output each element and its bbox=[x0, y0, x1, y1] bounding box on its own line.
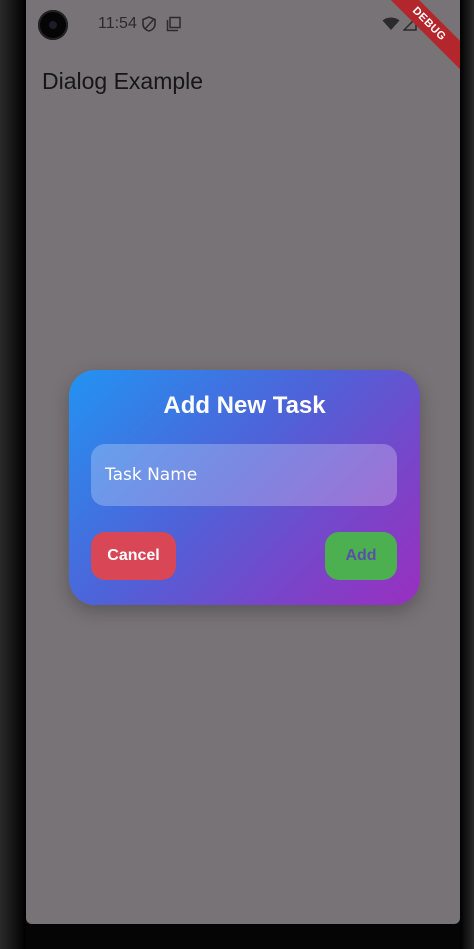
debug-banner: DEBUG bbox=[375, 0, 460, 78]
bottom-bezel bbox=[26, 924, 460, 949]
status-bar: 11:54 DEBUG bbox=[26, 0, 460, 78]
app-screen: 11:54 DEBUG Dialog Example Add New Task … bbox=[26, 0, 460, 924]
wifi-icon bbox=[382, 16, 400, 35]
add-button[interactable]: Add bbox=[325, 532, 397, 580]
task-name-placeholder: Task Name bbox=[105, 465, 198, 485]
screenshot-icon bbox=[166, 16, 182, 36]
phone-bezel-right bbox=[460, 0, 474, 949]
shield-icon bbox=[142, 16, 156, 36]
status-time: 11:54 bbox=[98, 15, 137, 32]
dialog-title: Add New Task bbox=[163, 392, 326, 419]
phone-frame: 11:54 DEBUG Dialog Example Add New Task … bbox=[0, 0, 474, 949]
task-name-input[interactable]: Task Name bbox=[91, 444, 397, 506]
front-camera bbox=[38, 10, 68, 40]
app-bar-title: Dialog Example bbox=[42, 68, 204, 94]
add-task-dialog: Add New Task Task Name Cancel Add bbox=[69, 370, 420, 605]
cancel-button[interactable]: Cancel bbox=[91, 532, 176, 580]
phone-bezel-left bbox=[0, 0, 26, 949]
